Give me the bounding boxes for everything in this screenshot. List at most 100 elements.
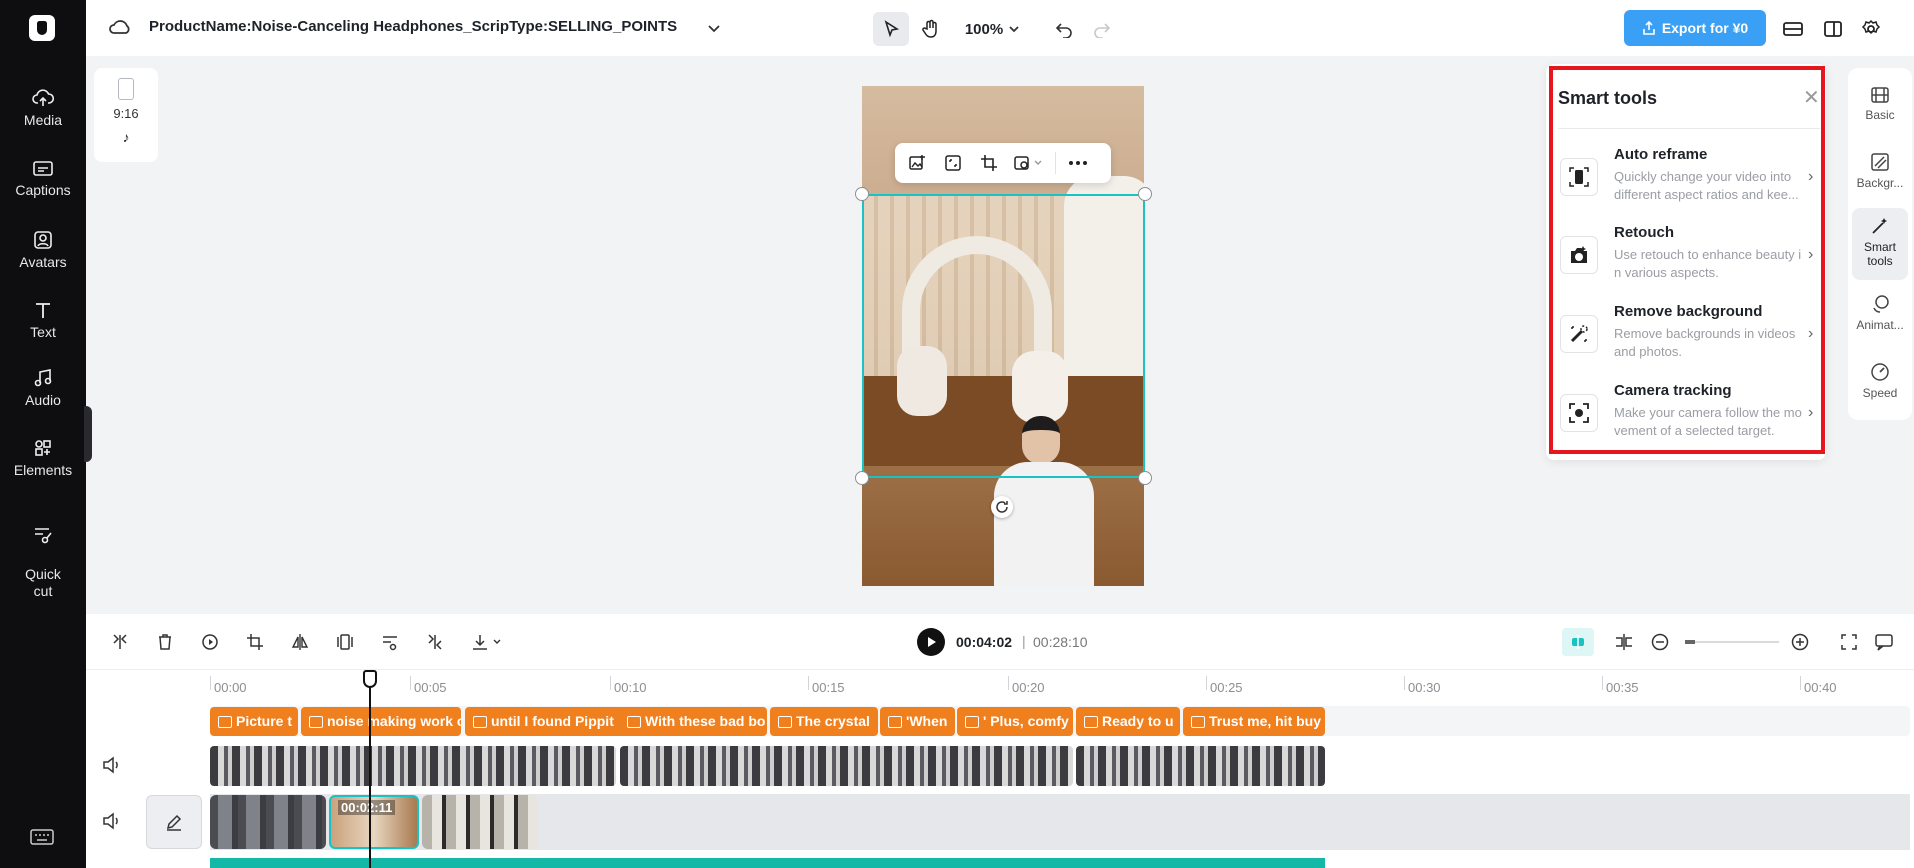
chevron-right-icon: › [1808, 246, 1814, 263]
edit-cover-button[interactable] [146, 795, 202, 849]
feedback-button[interactable] [1872, 630, 1896, 654]
caption-clip[interactable]: Picture t [210, 707, 298, 736]
zoom-out-button[interactable] [1648, 630, 1672, 654]
playhead[interactable] [369, 672, 371, 868]
keyboard-icon[interactable] [30, 828, 54, 846]
nav-collapse-handle[interactable] [84, 406, 92, 462]
caption-clip[interactable]: ' Plus, comfy [957, 707, 1073, 736]
replace-media-button[interactable] [903, 149, 931, 177]
split-button[interactable] [108, 630, 132, 654]
zoom-select[interactable]: 100% [956, 12, 1030, 46]
download-button[interactable] [468, 630, 508, 654]
settings-button[interactable] [1856, 12, 1886, 46]
rotate-handle[interactable] [991, 496, 1013, 518]
avatar-video-clip[interactable] [1076, 746, 1325, 786]
resize-handle-bl[interactable] [855, 471, 869, 485]
zoom-in-button[interactable] [1788, 630, 1812, 654]
caption-clip[interactable]: With these bad bo [619, 707, 767, 736]
rail-label-animation: Animat... [1856, 318, 1904, 332]
tool-auto-reframe[interactable]: Auto reframe Quickly change your video i… [1558, 146, 1820, 218]
caption-clip[interactable]: until I found Pippit [465, 707, 625, 736]
tool-name: Retouch [1614, 224, 1674, 241]
cloud-sync-icon[interactable] [108, 17, 132, 37]
rail-item-basic[interactable]: Basic [1848, 86, 1912, 122]
caption-clip[interactable]: Ready to u [1076, 707, 1180, 736]
rail-item-animation[interactable]: Animat... [1848, 294, 1912, 332]
panel-layout-button[interactable] [1818, 12, 1848, 46]
media-clip[interactable] [210, 795, 326, 849]
mirror-icon [291, 634, 309, 650]
tool-camera-tracking[interactable]: Camera tracking Make your camera follow … [1558, 382, 1820, 454]
resize-handle-tl[interactable] [855, 187, 869, 201]
caption-clip[interactable]: noise making work c [301, 707, 461, 736]
pointer-icon [884, 20, 900, 38]
remove-bg-clip-button[interactable] [378, 630, 402, 654]
ruler-label: 00:25 [1210, 680, 1243, 695]
zoom-value: 100% [964, 20, 1004, 38]
auto-cut-button[interactable] [423, 630, 447, 654]
ruler-label: 00:00 [214, 680, 247, 695]
split-view-button[interactable] [1612, 630, 1636, 654]
media-clip[interactable] [422, 795, 538, 849]
mask-button[interactable] [1011, 149, 1047, 177]
selection-box[interactable] [862, 194, 1145, 478]
tool-remove-background[interactable]: Remove background Remove backgrounds in … [1558, 303, 1820, 375]
app-logo[interactable] [29, 15, 55, 41]
fullscreen-button[interactable] [1837, 630, 1861, 654]
reverse-button[interactable] [198, 630, 222, 654]
timeline-zoom-slider[interactable] [1685, 641, 1779, 643]
caption-clip[interactable]: The crystal [770, 707, 878, 736]
chevron-down-icon[interactable] [706, 20, 722, 36]
undo-button[interactable] [1048, 12, 1080, 46]
rail-item-smart-tools[interactable]: Smart tools [1852, 208, 1908, 280]
redo-button[interactable] [1086, 12, 1118, 46]
cloud-upload-icon [32, 89, 54, 106]
magnet-snap-button[interactable] [1562, 628, 1594, 656]
avatar-video-clip[interactable] [210, 746, 616, 786]
ruler-label: 00:10 [614, 680, 647, 695]
rail-item-speed[interactable]: Speed [1848, 362, 1912, 400]
hand-tool-button[interactable] [913, 12, 949, 46]
ruler-tick [410, 676, 411, 690]
avatar-video-clip[interactable] [620, 746, 1073, 786]
nav-item-avatars[interactable]: Avatars [0, 230, 86, 270]
resize-handle-tr[interactable] [1138, 187, 1152, 201]
timeline-zoom-knob[interactable] [1685, 640, 1695, 644]
play-button[interactable] [917, 628, 945, 656]
speaker-icon[interactable] [102, 812, 122, 830]
project-title[interactable]: ProductName:Noise-Canceling Headphones_S… [149, 18, 677, 35]
chevron-right-icon: › [1808, 325, 1814, 342]
pencil-icon [166, 814, 182, 831]
select-tool-button[interactable] [873, 12, 909, 46]
export-button[interactable]: Export for ¥0 [1624, 10, 1766, 46]
crop-button[interactable] [975, 149, 1003, 177]
aspect-ratio-card[interactable]: 9:16 ♪ [94, 68, 158, 162]
nav-item-text[interactable]: Text [0, 300, 86, 340]
more-options-button[interactable] [1064, 149, 1092, 177]
play-icon [928, 637, 936, 647]
mirror-button[interactable] [288, 630, 312, 654]
nav-item-elements[interactable]: Elements [0, 438, 86, 478]
right-property-rail: Basic Backgr... Smart tools Animat... Sp… [1848, 68, 1912, 420]
time-separator: | [1022, 633, 1026, 649]
rail-item-background[interactable]: Backgr... [1848, 152, 1912, 190]
speaker-icon[interactable] [102, 756, 122, 774]
resize-handle-br[interactable] [1138, 471, 1152, 485]
nav-item-media[interactable]: Media [0, 88, 86, 128]
caption-clip[interactable]: Trust me, hit buy [1183, 707, 1325, 736]
delete-button[interactable] [153, 630, 177, 654]
fit-button[interactable] [939, 149, 967, 177]
playhead-handle[interactable] [363, 670, 377, 688]
tool-description: Quickly change your video into different… [1614, 169, 1799, 202]
music-note-icon [34, 369, 52, 387]
layers-button[interactable] [1778, 12, 1808, 46]
freeze-button[interactable] [333, 630, 357, 654]
nav-item-quick-cut[interactable]: Quick cut [0, 508, 86, 600]
audio-track-strip[interactable] [210, 858, 1325, 868]
nav-item-audio[interactable]: Audio [0, 368, 86, 408]
close-icon[interactable]: ✕ [1803, 88, 1820, 108]
caption-clip[interactable]: 'When [880, 707, 955, 736]
crop-clip-button[interactable] [243, 630, 267, 654]
nav-item-captions[interactable]: Captions [0, 160, 86, 198]
tool-retouch[interactable]: Retouch Use retouch to enhance beauty i … [1558, 224, 1820, 296]
